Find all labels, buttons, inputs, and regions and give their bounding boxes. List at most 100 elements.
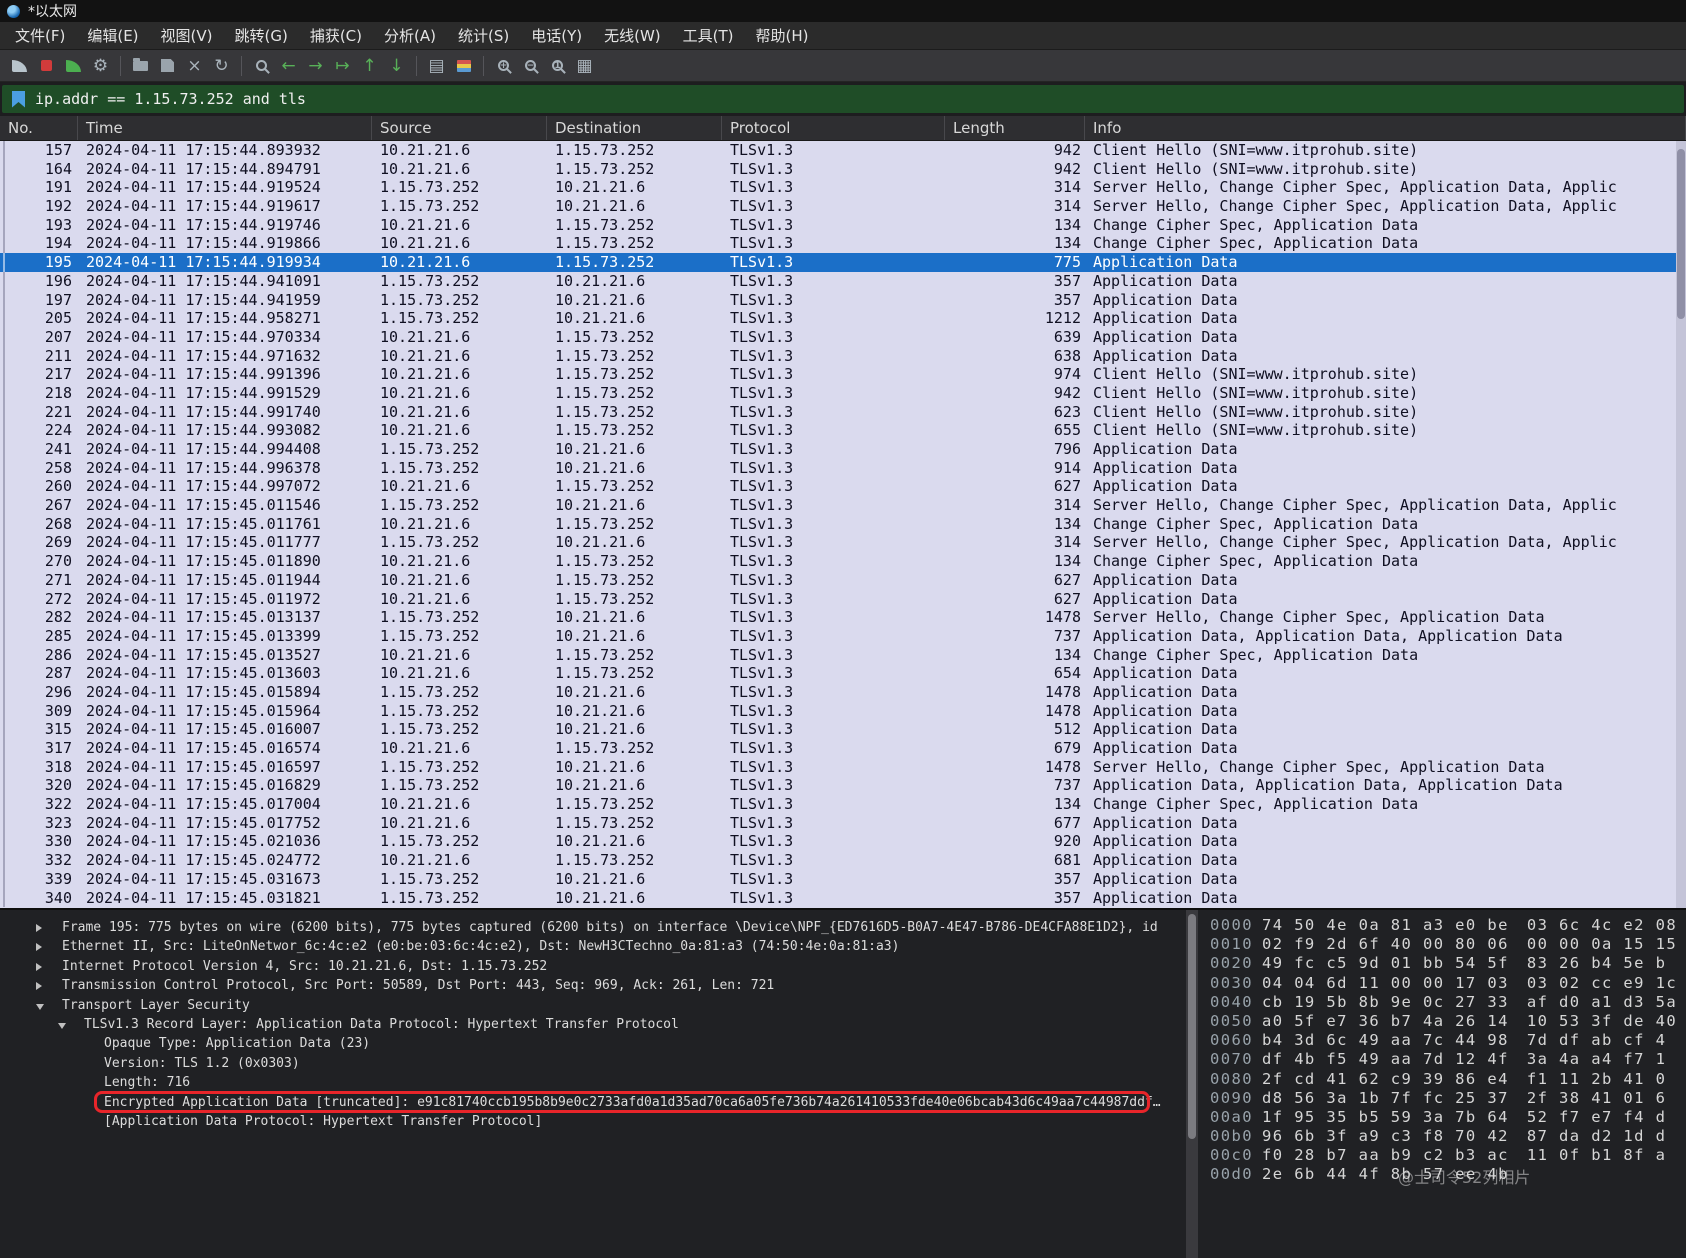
packet-row[interactable]: 1922024-04-11 17:15:44.9196171.15.73.252… — [0, 197, 1686, 216]
go-forward-icon[interactable]: → — [302, 53, 329, 79]
menu-item-telephony[interactable]: 电话(Y) — [520, 22, 593, 49]
display-filter-input[interactable] — [35, 90, 1684, 108]
packet-list-scrollbar[interactable] — [1676, 141, 1686, 908]
detail-line[interactable]: Version: TLS 1.2 (0x0303) — [0, 1054, 1186, 1073]
packet-row[interactable]: 3232024-04-11 17:15:45.01775210.21.21.61… — [0, 814, 1686, 833]
resize-columns-icon[interactable]: ▦ — [571, 53, 598, 79]
save-file-icon[interactable] — [154, 53, 181, 79]
open-file-icon[interactable] — [127, 53, 154, 79]
hex-row[interactable]: 00a01f 95 35 b5 59 3a 7b 6452 f7 e7 f4 d — [1210, 1108, 1686, 1127]
hex-row[interactable]: 0040cb 19 5b 8b 9e 0c 27 33af d0 a1 d3 5… — [1210, 993, 1686, 1012]
close-file-icon[interactable]: × — [181, 53, 208, 79]
packet-row[interactable]: 1912024-04-11 17:15:44.9195241.15.73.252… — [0, 178, 1686, 197]
packet-list-scrollbar-thumb[interactable] — [1677, 149, 1685, 319]
packet-row[interactable]: 2072024-04-11 17:15:44.97033410.21.21.61… — [0, 328, 1686, 347]
go-to-packet-icon[interactable]: ↦ — [329, 53, 356, 79]
packet-row[interactable]: 1962024-04-11 17:15:44.9410911.15.73.252… — [0, 272, 1686, 291]
column-header-time[interactable]: Time — [78, 116, 372, 140]
zoom-out-icon[interactable] — [517, 53, 544, 79]
packet-row[interactable]: 3152024-04-11 17:15:45.0160071.15.73.252… — [0, 720, 1686, 739]
packet-row[interactable]: 2052024-04-11 17:15:44.9582711.15.73.252… — [0, 309, 1686, 328]
packet-row[interactable]: 2582024-04-11 17:15:44.9963781.15.73.252… — [0, 459, 1686, 478]
find-packet-icon[interactable] — [248, 53, 275, 79]
hex-row[interactable]: 00b096 6b 3f a9 c3 f8 70 4287 da d2 1d d — [1210, 1127, 1686, 1146]
stop-capture-icon[interactable] — [33, 53, 60, 79]
packet-row[interactable]: 2852024-04-11 17:15:45.0133991.15.73.252… — [0, 627, 1686, 646]
packet-row[interactable]: 3222024-04-11 17:15:45.01700410.21.21.61… — [0, 795, 1686, 814]
details-scrollbar-thumb[interactable] — [1188, 914, 1196, 1139]
column-header-no[interactable]: No. — [0, 116, 78, 140]
expand-expander-icon[interactable] — [36, 924, 42, 932]
hex-row[interactable]: 0050a0 5f e7 36 b7 4a 26 1410 53 3f de 4… — [1210, 1012, 1686, 1031]
filter-bookmark-icon[interactable] — [12, 91, 25, 108]
packet-row[interactable]: 2962024-04-11 17:15:45.0158941.15.73.252… — [0, 683, 1686, 702]
collapse-expander-icon[interactable] — [36, 1004, 44, 1010]
packet-row[interactable]: 3402024-04-11 17:15:45.0318211.15.73.252… — [0, 889, 1686, 908]
packet-row[interactable]: 3302024-04-11 17:15:45.0210361.15.73.252… — [0, 832, 1686, 851]
start-capture-icon[interactable] — [6, 53, 33, 79]
packet-row[interactable]: 2172024-04-11 17:15:44.99139610.21.21.61… — [0, 365, 1686, 384]
packet-row[interactable]: 3392024-04-11 17:15:45.0316731.15.73.252… — [0, 870, 1686, 889]
packet-row[interactable]: 1932024-04-11 17:15:44.91974610.21.21.61… — [0, 216, 1686, 235]
reload-icon[interactable]: ↻ — [208, 53, 235, 79]
detail-line[interactable]: Length: 716 — [0, 1073, 1186, 1092]
expand-expander-icon[interactable] — [36, 943, 42, 951]
hex-row[interactable]: 00d02e 6b 44 4f 8b 57 ee 4b — [1210, 1165, 1686, 1184]
menu-item-capture[interactable]: 捕获(C) — [299, 22, 373, 49]
packet-row[interactable]: 2682024-04-11 17:15:45.01176110.21.21.61… — [0, 515, 1686, 534]
packet-row[interactable]: 2692024-04-11 17:15:45.0117771.15.73.252… — [0, 533, 1686, 552]
column-header-info[interactable]: Info — [1085, 116, 1686, 140]
hex-row[interactable]: 001002 f9 2d 6f 40 00 80 0600 00 0a 15 1… — [1210, 935, 1686, 954]
display-filter-field[interactable] — [2, 85, 1684, 113]
hex-row[interactable]: 0090d8 56 3a 1b 7f fc 25 372f 38 41 01 6 — [1210, 1089, 1686, 1108]
packet-row[interactable]: 2822024-04-11 17:15:45.0131371.15.73.252… — [0, 608, 1686, 627]
menu-item-statistics[interactable]: 统计(S) — [447, 22, 520, 49]
zoom-original-icon[interactable] — [544, 53, 571, 79]
packet-row[interactable]: 1972024-04-11 17:15:44.9419591.15.73.252… — [0, 291, 1686, 310]
hex-row[interactable]: 0060b4 3d 6c 49 aa 7c 44 987d df ab cf 4 — [1210, 1031, 1686, 1050]
menu-item-tools[interactable]: 工具(T) — [672, 22, 745, 49]
capture-options-icon[interactable]: ⚙ — [87, 53, 114, 79]
detail-line[interactable]: TLSv1.3 Record Layer: Application Data P… — [0, 1015, 1186, 1034]
restart-capture-icon[interactable] — [60, 53, 87, 79]
column-header-source[interactable]: Source — [372, 116, 547, 140]
packet-row[interactable]: 2602024-04-11 17:15:44.99707210.21.21.61… — [0, 477, 1686, 496]
packet-row[interactable]: 2182024-04-11 17:15:44.99152910.21.21.61… — [0, 384, 1686, 403]
expand-expander-icon[interactable] — [36, 982, 42, 990]
packet-row[interactable]: 2702024-04-11 17:15:45.01189010.21.21.61… — [0, 552, 1686, 571]
packet-row[interactable]: 2862024-04-11 17:15:45.01352710.21.21.61… — [0, 646, 1686, 665]
hex-row[interactable]: 0070df 4b f5 49 aa 7d 12 4f3a 4a a4 f7 1 — [1210, 1050, 1686, 1069]
packet-row[interactable]: 3202024-04-11 17:15:45.0168291.15.73.252… — [0, 776, 1686, 795]
menu-item-wireless[interactable]: 无线(W) — [593, 22, 672, 49]
packet-row[interactable]: 2112024-04-11 17:15:44.97163210.21.21.61… — [0, 347, 1686, 366]
packet-row[interactable]: 2722024-04-11 17:15:45.01197210.21.21.61… — [0, 590, 1686, 609]
menu-item-view[interactable]: 视图(V) — [150, 22, 224, 49]
hex-row[interactable]: 003004 04 6d 11 00 00 17 0303 02 cc e9 1… — [1210, 974, 1686, 993]
details-scrollbar[interactable] — [1186, 910, 1198, 1258]
hex-row[interactable]: 002049 fc c5 9d 01 bb 54 5f83 26 b4 5e b — [1210, 954, 1686, 973]
detail-line[interactable]: Transport Layer Security — [0, 996, 1186, 1015]
detail-line[interactable]: Frame 195: 775 bytes on wire (6200 bits)… — [0, 918, 1186, 937]
colorize-icon[interactable] — [450, 53, 477, 79]
hex-row[interactable]: 00c0f0 28 b7 aa b9 c2 b3 ac11 0f b1 8f a — [1210, 1146, 1686, 1165]
detail-line[interactable]: Internet Protocol Version 4, Src: 10.21.… — [0, 957, 1186, 976]
packet-row[interactable]: 1642024-04-11 17:15:44.89479110.21.21.61… — [0, 160, 1686, 179]
zoom-in-icon[interactable] — [490, 53, 517, 79]
hex-row[interactable]: 00802f cd 41 62 c9 39 86 e4f1 11 2b 41 0 — [1210, 1070, 1686, 1089]
menu-item-help[interactable]: 帮助(H) — [745, 22, 820, 49]
detail-line[interactable]: Encrypted Application Data [truncated]: … — [0, 1093, 1186, 1112]
packet-row[interactable]: 3322024-04-11 17:15:45.02477210.21.21.61… — [0, 851, 1686, 870]
packet-row[interactable]: 1952024-04-11 17:15:44.91993410.21.21.61… — [0, 253, 1686, 272]
expand-expander-icon[interactable] — [36, 963, 42, 971]
hex-row[interactable]: 000074 50 4e 0a 81 a3 e0 be03 6c 4c e2 0… — [1210, 916, 1686, 935]
detail-line[interactable]: Ethernet II, Src: LiteOnNetwor_6c:4c:e2 … — [0, 937, 1186, 956]
detail-line[interactable]: Transmission Control Protocol, Src Port:… — [0, 976, 1186, 995]
menu-item-file[interactable]: 文件(F) — [4, 22, 76, 49]
packet-row[interactable]: 2712024-04-11 17:15:45.01194410.21.21.61… — [0, 571, 1686, 590]
detail-line[interactable]: Opaque Type: Application Data (23) — [0, 1034, 1186, 1053]
packet-row[interactable]: 3182024-04-11 17:15:45.0165971.15.73.252… — [0, 758, 1686, 777]
auto-scroll-icon[interactable]: ▤ — [423, 53, 450, 79]
go-last-icon[interactable]: ↓ — [383, 53, 410, 79]
packet-row[interactable]: 2672024-04-11 17:15:45.0115461.15.73.252… — [0, 496, 1686, 515]
menu-item-edit[interactable]: 编辑(E) — [76, 22, 149, 49]
